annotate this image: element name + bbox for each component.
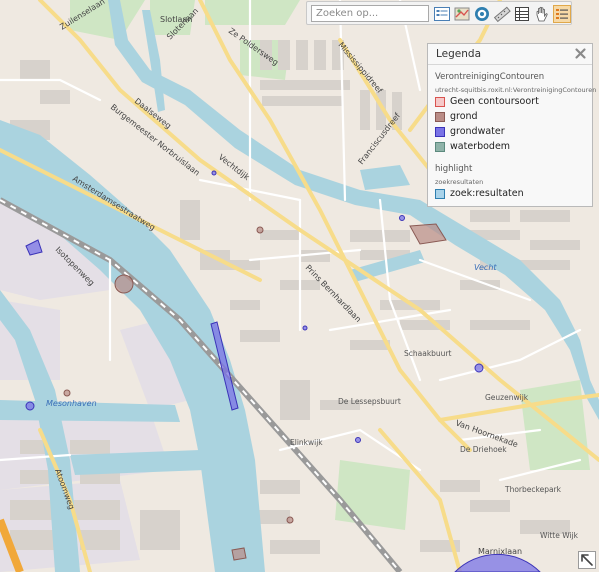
label-thorbeckepark: Thorbeckepark: [504, 485, 562, 494]
map-icon[interactable]: [453, 5, 471, 23]
label-mesonhaven: Mesonhaven: [46, 399, 97, 408]
legend-layer-source: utrecht-squitbis.roxit.nl:Verontreinigin…: [435, 86, 597, 94]
layers-icon[interactable]: [553, 5, 571, 23]
arrow-up-left-icon[interactable]: [578, 551, 596, 569]
legend-title: Legenda: [436, 48, 482, 60]
close-icon[interactable]: [574, 47, 587, 60]
target-icon[interactable]: [473, 5, 491, 23]
label-marnixlaan: Marnixlaan: [478, 547, 522, 556]
legend-layer-name: highlight: [435, 164, 473, 174]
label-elinkwijk: Elinkwijk: [290, 438, 323, 447]
label-geuzenwijk: Geuzenwijk: [485, 393, 529, 402]
ruler-icon[interactable]: [493, 5, 511, 23]
table-icon[interactable]: [513, 5, 531, 23]
legend-header: Legenda: [428, 44, 592, 65]
legend-item-label: waterbodem: [450, 141, 511, 152]
label-de-driehoek: De Driehoek: [460, 445, 507, 454]
legend-item-label: grond: [450, 111, 478, 122]
label-witte-wijk: Witte Wijk: [540, 531, 579, 540]
legend-swatch: [435, 189, 445, 199]
legend-item-label: grondwater: [450, 126, 505, 137]
legend-swatch: [435, 112, 445, 122]
legend-item-label: Geen contoursoort: [450, 96, 539, 107]
label-schaakbuurt: Schaakbuurt: [404, 349, 452, 358]
search-input[interactable]: [311, 5, 429, 22]
label-vecht: Vecht: [474, 263, 497, 272]
legend-swatch: [435, 97, 445, 107]
legend-swatch: [435, 142, 445, 152]
label-de-lessepsbuurt: De Lessepsbuurt: [338, 397, 401, 406]
legend-layer-source: zoekresultaten: [435, 178, 484, 186]
hand-icon[interactable]: [533, 5, 551, 23]
map-toolbar: [306, 1, 572, 25]
legend-panel: Legenda VerontreinigingContouren utrecht…: [427, 43, 597, 207]
legend-item-label: zoek:resultaten: [450, 188, 524, 199]
legend-swatch: [435, 127, 445, 137]
list-icon[interactable]: [433, 5, 451, 23]
legend-layer-name: VerontreinigingContouren: [435, 72, 545, 82]
